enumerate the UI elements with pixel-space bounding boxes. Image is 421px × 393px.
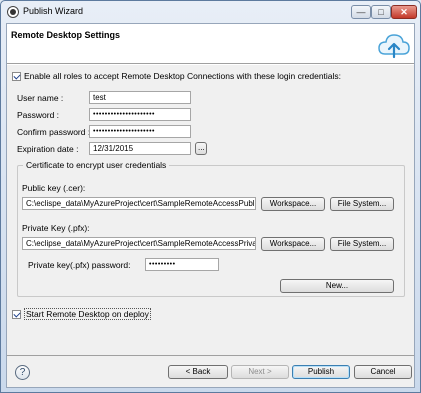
eclipse-icon	[7, 6, 19, 18]
expiration-date-input[interactable]: 12/31/2015	[89, 142, 191, 155]
start-rdp-label: Start Remote Desktop on deploy	[24, 308, 151, 320]
certificate-group-title: Certificate to encrypt user credentials	[23, 160, 170, 170]
window-title: Publish Wizard	[23, 6, 84, 16]
enable-roles-checkbox[interactable]	[12, 71, 21, 81]
new-certificate-button[interactable]: New...	[280, 279, 394, 293]
expiration-date-label: Expiration date :	[17, 144, 79, 154]
public-key-label: Public key (.cer):	[22, 183, 86, 193]
publish-button[interactable]: Publish	[292, 365, 350, 379]
public-key-input[interactable]: C:\eclispe_data\MyAzureProject\cert\Samp…	[22, 197, 256, 210]
private-key-password-label: Private key(.pfx) password:	[28, 260, 131, 270]
private-key-password-input[interactable]: •••••••••	[145, 258, 219, 271]
help-icon[interactable]: ?	[15, 365, 30, 380]
cancel-button[interactable]: Cancel	[354, 365, 412, 379]
private-key-file-system-button[interactable]: File System...	[330, 237, 394, 251]
cloud-upload-icon	[378, 34, 410, 59]
password-label: Password :	[17, 110, 60, 120]
wizard-footer: ? < Back Next > Publish Cancel	[7, 355, 414, 387]
minimize-button[interactable]: —	[351, 5, 371, 19]
private-key-input[interactable]: C:\eclipse_data\MyAzureProject\cert\Samp…	[22, 237, 256, 250]
confirm-password-label: Confirm password :	[17, 127, 91, 137]
enable-roles-row[interactable]: Enable all roles to accept Remote Deskto…	[12, 71, 341, 81]
wizard-banner: Remote Desktop Settings	[7, 24, 414, 64]
private-key-label: Private Key (.pfx):	[22, 223, 90, 233]
wizard-client-area: Remote Desktop Settings Enable all roles…	[6, 23, 415, 388]
back-button[interactable]: < Back	[168, 365, 228, 379]
close-button[interactable]: ✕	[391, 5, 417, 19]
next-button[interactable]: Next >	[231, 365, 289, 379]
settings-panel: Enable all roles to accept Remote Deskto…	[7, 65, 414, 355]
public-key-workspace-button[interactable]: Workspace...	[261, 197, 325, 211]
start-rdp-checkbox[interactable]	[12, 309, 21, 319]
maximize-button[interactable]: □	[371, 5, 391, 19]
password-input[interactable]: •••••••••••••••••••••	[89, 108, 191, 121]
enable-roles-label: Enable all roles to accept Remote Deskto…	[24, 71, 342, 81]
username-input[interactable]: test	[89, 91, 191, 104]
confirm-password-input[interactable]: •••••••••••••••••••••	[89, 125, 191, 138]
public-key-file-system-button[interactable]: File System...	[330, 197, 394, 211]
title-bar: Publish Wizard — □ ✕	[1, 1, 420, 23]
certificate-group: Certificate to encrypt user credentials …	[17, 160, 405, 297]
start-rdp-row[interactable]: Start Remote Desktop on deploy	[12, 308, 151, 320]
date-picker-button[interactable]: ...	[195, 142, 207, 155]
publish-wizard-window: Publish Wizard — □ ✕ Remote Desktop Sett…	[0, 0, 421, 393]
private-key-workspace-button[interactable]: Workspace...	[261, 237, 325, 251]
username-label: User name :	[17, 93, 64, 103]
page-title: Remote Desktop Settings	[11, 30, 121, 40]
